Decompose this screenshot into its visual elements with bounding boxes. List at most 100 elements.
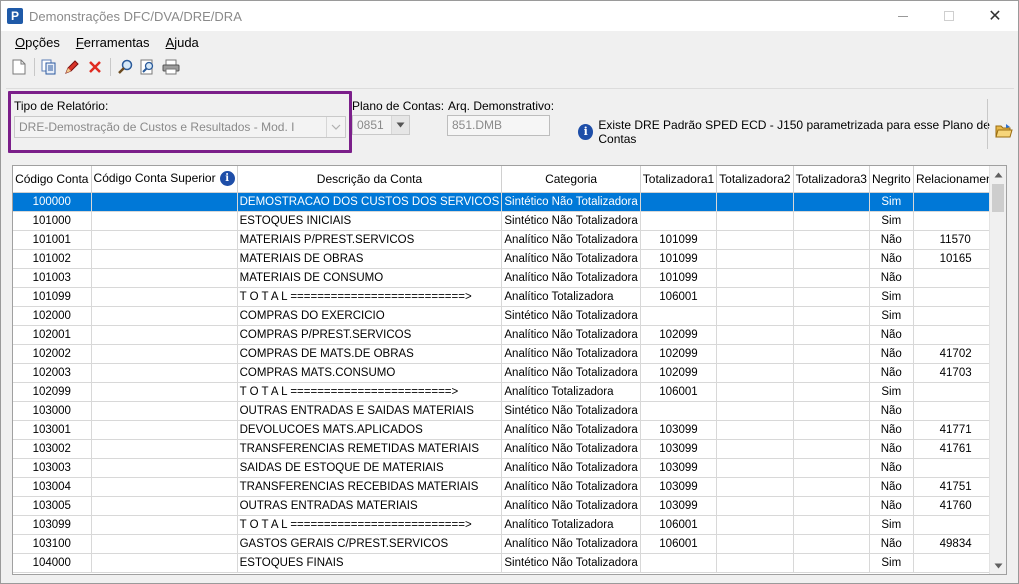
- cell-codigo-conta[interactable]: 104000: [13, 553, 92, 573]
- cell-negrito[interactable]: Sim: [869, 553, 914, 573]
- cell-totalizadora1[interactable]: 103099: [640, 496, 718, 516]
- cell-descricao[interactable]: T O T A L ========================>: [237, 382, 503, 402]
- cell-totalizadora2[interactable]: [716, 211, 794, 231]
- cell-totalizadora3[interactable]: [793, 344, 870, 364]
- cell-negrito[interactable]: Não: [869, 249, 914, 269]
- cell-totalizadora3[interactable]: [793, 420, 870, 440]
- cell-totalizadora2[interactable]: [716, 553, 794, 573]
- cell-codigo-conta-superior[interactable]: [91, 534, 238, 554]
- close-button[interactable]: ✕: [972, 1, 1018, 31]
- cell-codigo-conta[interactable]: 103005: [13, 496, 92, 516]
- cell-negrito[interactable]: Não: [869, 363, 914, 383]
- cell-totalizadora1[interactable]: 106001: [640, 515, 718, 535]
- cell-codigo-conta[interactable]: 101003: [13, 268, 92, 288]
- cell-categoria[interactable]: Analítico Não Totalizadora: [501, 477, 641, 497]
- cell-negrito[interactable]: Não: [869, 477, 914, 497]
- cell-totalizadora3[interactable]: [793, 306, 870, 326]
- cell-negrito[interactable]: Não: [869, 420, 914, 440]
- table-row[interactable]: 103099 T O T A L ========================…: [13, 515, 1006, 535]
- cell-categoria[interactable]: Sintético Não Totalizadora: [501, 192, 641, 212]
- cell-descricao[interactable]: COMPRAS P/PREST.SERVICOS: [237, 325, 503, 345]
- scroll-down-button[interactable]: [990, 557, 1006, 574]
- search-button[interactable]: [115, 57, 135, 77]
- copy-button[interactable]: [39, 57, 59, 77]
- cell-totalizadora1[interactable]: [640, 211, 718, 231]
- cell-descricao[interactable]: OUTRAS ENTRADAS E SAIDAS MATERIAIS: [237, 401, 503, 421]
- cell-totalizadora3[interactable]: [793, 382, 870, 402]
- cell-codigo-conta[interactable]: 103002: [13, 439, 92, 459]
- cell-totalizadora3[interactable]: [793, 363, 870, 383]
- cell-descricao[interactable]: MATERIAIS P/PREST.SERVICOS: [237, 230, 503, 250]
- cell-totalizadora1[interactable]: 101099: [640, 268, 718, 288]
- table-row[interactable]: 103100 GASTOS GERAIS C/PREST.SERVICOS Anal…: [13, 534, 1006, 554]
- cell-totalizadora1[interactable]: 103099: [640, 477, 718, 497]
- scroll-up-button[interactable]: [990, 166, 1006, 183]
- cell-categoria[interactable]: Analítico Não Totalizadora: [501, 230, 641, 250]
- cell-codigo-conta[interactable]: 103003: [13, 458, 92, 478]
- cell-codigo-conta-superior[interactable]: [91, 515, 238, 535]
- cell-totalizadora2[interactable]: [716, 534, 794, 554]
- cell-negrito[interactable]: Não: [869, 534, 914, 554]
- cell-descricao[interactable]: MATERIAIS DE OBRAS: [237, 249, 503, 269]
- info-icon[interactable]: i: [219, 171, 235, 187]
- chart-of-accounts-select[interactable]: 0851: [352, 115, 410, 135]
- menu-ajuda[interactable]: Ajuda: [166, 35, 199, 50]
- cell-codigo-conta-superior[interactable]: [91, 401, 238, 421]
- maximize-button[interactable]: [926, 1, 972, 31]
- cell-codigo-conta-superior[interactable]: [91, 230, 238, 250]
- cell-totalizadora3[interactable]: [793, 401, 870, 421]
- cell-totalizadora2[interactable]: [716, 477, 794, 497]
- table-row[interactable]: 100000 DEMOSTRACAO DOS CUSTOS DOS SERVICO…: [13, 192, 1006, 212]
- cell-codigo-conta[interactable]: 101099: [13, 287, 92, 307]
- cell-totalizadora3[interactable]: [793, 477, 870, 497]
- cell-negrito[interactable]: Não: [869, 439, 914, 459]
- cell-categoria[interactable]: Analítico Totalizadora: [501, 382, 641, 402]
- cell-totalizadora1[interactable]: 106001: [640, 382, 718, 402]
- cell-totalizadora2[interactable]: [716, 458, 794, 478]
- cell-negrito[interactable]: Sim: [869, 306, 914, 326]
- cell-totalizadora1[interactable]: 103099: [640, 420, 718, 440]
- minimize-button[interactable]: [880, 1, 926, 31]
- cell-totalizadora3[interactable]: [793, 211, 870, 231]
- cell-descricao[interactable]: ESTOQUES INICIAIS: [237, 211, 503, 231]
- cell-codigo-conta-superior[interactable]: [91, 458, 238, 478]
- cell-negrito[interactable]: Não: [869, 230, 914, 250]
- table-row[interactable]: 102099 T O T A L ========================…: [13, 382, 1006, 402]
- cell-codigo-conta[interactable]: 101002: [13, 249, 92, 269]
- cell-totalizadora3[interactable]: [793, 287, 870, 307]
- cell-codigo-conta-superior[interactable]: [91, 553, 238, 573]
- cell-totalizadora3[interactable]: [793, 249, 870, 269]
- menu-opcoes[interactable]: Opções: [15, 35, 60, 50]
- open-folder-button[interactable]: [995, 123, 1013, 139]
- cell-categoria[interactable]: Analítico Não Totalizadora: [501, 439, 641, 459]
- cell-totalizadora1[interactable]: 102099: [640, 363, 718, 383]
- cell-codigo-conta[interactable]: 103001: [13, 420, 92, 440]
- menu-ferramentas[interactable]: Ferramentas: [76, 35, 150, 50]
- cell-totalizadora2[interactable]: [716, 306, 794, 326]
- cell-codigo-conta[interactable]: 103100: [13, 534, 92, 554]
- cell-totalizadora3[interactable]: [793, 325, 870, 345]
- cell-codigo-conta[interactable]: 102002: [13, 344, 92, 364]
- cell-totalizadora1[interactable]: 102099: [640, 325, 718, 345]
- cell-categoria[interactable]: Analítico Não Totalizadora: [501, 420, 641, 440]
- col-totalizadora2[interactable]: Totalizadora2: [716, 166, 794, 193]
- table-row[interactable]: 104000 ESTOQUES FINAIS Sintético Não Total…: [13, 553, 1006, 573]
- cell-codigo-conta-superior[interactable]: [91, 192, 238, 212]
- table-row[interactable]: 102001 COMPRAS P/PREST.SERVICOS Analítico …: [13, 325, 1006, 345]
- col-totalizadora1[interactable]: Totalizadora1: [640, 166, 718, 193]
- delete-button[interactable]: [85, 57, 105, 77]
- cell-negrito[interactable]: Sim: [869, 192, 914, 212]
- cell-categoria[interactable]: Analítico Não Totalizadora: [501, 344, 641, 364]
- cell-codigo-conta-superior[interactable]: [91, 344, 238, 364]
- table-row[interactable]: 101001 MATERIAIS P/PREST.SERVICOS Analític…: [13, 230, 1006, 250]
- cell-descricao[interactable]: SAIDAS DE ESTOQUE DE MATERIAIS: [237, 458, 503, 478]
- cell-codigo-conta[interactable]: 101001: [13, 230, 92, 250]
- cell-categoria[interactable]: Analítico Não Totalizadora: [501, 363, 641, 383]
- demonstrative-file-field[interactable]: 851.DMB: [447, 115, 550, 136]
- cell-totalizadora2[interactable]: [716, 363, 794, 383]
- cell-categoria[interactable]: Analítico Totalizadora: [501, 515, 641, 535]
- cell-totalizadora2[interactable]: [716, 230, 794, 250]
- cell-totalizadora2[interactable]: [716, 249, 794, 269]
- cell-descricao[interactable]: TRANSFERENCIAS RECEBIDAS MATERIAIS: [237, 477, 503, 497]
- table-row[interactable]: 101000 ESTOQUES INICIAIS Sintético Não Tot…: [13, 211, 1006, 231]
